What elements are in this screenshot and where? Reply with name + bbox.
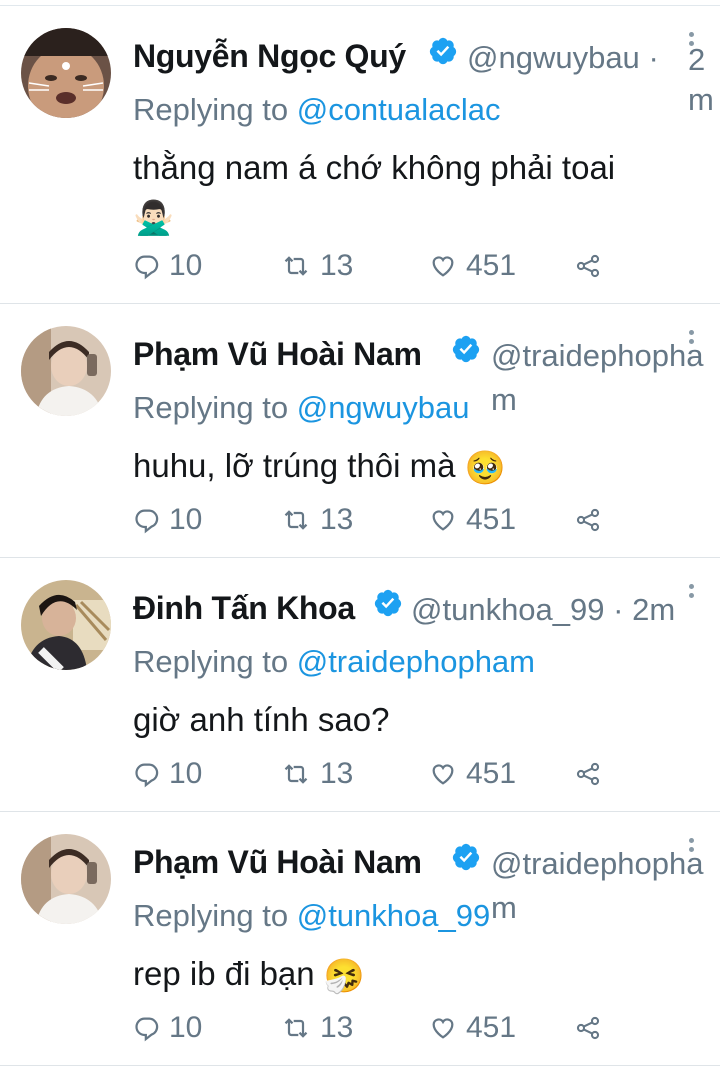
- display-name[interactable]: Phạm Vũ Hoài Nam: [133, 336, 422, 373]
- share-icon: [576, 1016, 600, 1040]
- emoji: 🙅🏻‍♂️: [133, 199, 175, 237]
- tweet-text: rep ib đi bạn 🤧: [133, 950, 693, 1000]
- handle[interactable]: @ngwuybau ·: [467, 40, 659, 76]
- mention-link[interactable]: @tunkhoa_99: [297, 898, 491, 933]
- reply-count: 10: [169, 1011, 203, 1044]
- avatar[interactable]: [21, 28, 111, 118]
- display-name[interactable]: Đinh Tấn Khoa: [133, 590, 355, 627]
- mention-link[interactable]: @ngwuybau: [297, 390, 470, 425]
- divider: [0, 1065, 720, 1066]
- reply-count: 10: [169, 757, 203, 790]
- tweet-text-content: rep ib đi bạn: [133, 955, 315, 992]
- timestamp[interactable]: 2m: [632, 592, 675, 627]
- share-button[interactable]: [573, 246, 611, 286]
- reply-button[interactable]: 10: [133, 500, 202, 540]
- share-icon: [576, 508, 600, 532]
- replying-to: Replying to @contualaclac: [133, 92, 501, 128]
- more-options-icon[interactable]: [688, 32, 696, 56]
- reply-count: 10: [169, 249, 203, 282]
- retweet-icon: [284, 764, 308, 784]
- replying-to-label: Replying to: [133, 390, 289, 425]
- heart-icon: [432, 256, 454, 277]
- verified-badge-icon: [452, 335, 480, 363]
- avatar[interactable]: [21, 326, 111, 416]
- retweet-icon: [284, 510, 308, 530]
- tweet-text: giờ anh tính sao?: [133, 696, 693, 744]
- share-button[interactable]: [573, 1008, 611, 1048]
- emoji: 🤧: [323, 957, 365, 995]
- like-button[interactable]: 451: [428, 500, 516, 540]
- tweet-4[interactable]: Phạm Vũ Hoài Nam @traidephopham Replying…: [0, 812, 720, 1066]
- verified-badge-icon: [429, 37, 457, 65]
- avatar[interactable]: [21, 580, 111, 670]
- time-separator: ·: [613, 592, 624, 627]
- retweet-icon: [284, 1018, 308, 1038]
- reply-icon: [135, 1017, 159, 1042]
- retweet-count: 13: [320, 757, 354, 790]
- like-button[interactable]: 451: [428, 754, 516, 794]
- reply-icon: [135, 509, 159, 534]
- more-options-icon[interactable]: [688, 838, 696, 862]
- tweet-text-content: thằng nam á chớ không phải toai: [133, 149, 616, 186]
- reply-icon: [135, 763, 159, 788]
- retweet-button[interactable]: 13: [280, 754, 353, 794]
- share-icon: [576, 254, 600, 278]
- verified-badge-icon: [452, 843, 480, 871]
- tweet-1[interactable]: Nguyễn Ngọc Quý @ngwuybau · 2m Replying …: [0, 6, 720, 304]
- like-button[interactable]: 451: [428, 246, 516, 286]
- replying-to: Replying to @ngwuybau: [133, 390, 470, 426]
- handle[interactable]: @traidephopham: [491, 842, 717, 930]
- like-button[interactable]: 451: [428, 1008, 516, 1048]
- retweet-button[interactable]: 13: [280, 1008, 353, 1048]
- tweet-text: thằng nam á chớ không phải toai 🙅🏻‍♂️: [133, 144, 693, 242]
- heart-icon: [432, 510, 454, 531]
- verified-badge-icon: [374, 589, 402, 617]
- tweet-2[interactable]: Phạm Vũ Hoài Nam @traidephopham Replying…: [0, 304, 720, 558]
- replying-to: Replying to @tunkhoa_99: [133, 898, 490, 934]
- tweet-3[interactable]: Đinh Tấn Khoa @tunkhoa_99 · 2m Replying …: [0, 558, 720, 812]
- tweet-text-content: huhu, lỡ trúng thôi mà: [133, 447, 456, 484]
- reply-button[interactable]: 10: [133, 246, 202, 286]
- handle[interactable]: @traidephopham: [491, 334, 717, 422]
- reply-icon: [135, 255, 159, 280]
- retweet-button[interactable]: 13: [280, 500, 353, 540]
- retweet-count: 13: [320, 1011, 354, 1044]
- more-options-icon[interactable]: [688, 330, 696, 354]
- avatar[interactable]: [21, 834, 111, 924]
- like-count: 451: [466, 757, 517, 790]
- heart-icon: [432, 1018, 454, 1039]
- share-icon: [576, 762, 600, 786]
- handle-text: @ngwuybau: [467, 40, 640, 75]
- replying-to: Replying to @traidephopham: [133, 644, 535, 680]
- retweet-count: 13: [320, 249, 354, 282]
- heart-icon: [432, 764, 454, 785]
- display-name[interactable]: Phạm Vũ Hoài Nam: [133, 844, 422, 881]
- replying-to-label: Replying to: [133, 644, 289, 679]
- reply-count: 10: [169, 503, 203, 536]
- time-separator: ·: [648, 40, 659, 75]
- tweet-text-content: giờ anh tính sao?: [133, 701, 390, 738]
- share-button[interactable]: [573, 754, 611, 794]
- retweet-icon: [284, 256, 308, 276]
- tweet-text: huhu, lỡ trúng thôi mà 🥹: [133, 442, 693, 492]
- reply-button[interactable]: 10: [133, 1008, 202, 1048]
- share-button[interactable]: [573, 500, 611, 540]
- emoji: 🥹: [464, 449, 506, 487]
- replying-to-label: Replying to: [133, 92, 289, 127]
- display-name[interactable]: Nguyễn Ngọc Quý: [133, 38, 406, 75]
- like-count: 451: [466, 1011, 517, 1044]
- handle[interactable]: @tunkhoa_99 · 2m: [411, 592, 675, 628]
- mention-link[interactable]: @traidephopham: [297, 644, 535, 679]
- retweet-count: 13: [320, 503, 354, 536]
- reply-button[interactable]: 10: [133, 754, 202, 794]
- retweet-button[interactable]: 13: [280, 246, 353, 286]
- handle-text: @tunkhoa_99: [411, 592, 605, 627]
- more-options-icon[interactable]: [688, 584, 696, 608]
- replying-to-label: Replying to: [133, 898, 289, 933]
- mention-link[interactable]: @contualaclac: [297, 92, 501, 127]
- like-count: 451: [466, 503, 517, 536]
- like-count: 451: [466, 249, 517, 282]
